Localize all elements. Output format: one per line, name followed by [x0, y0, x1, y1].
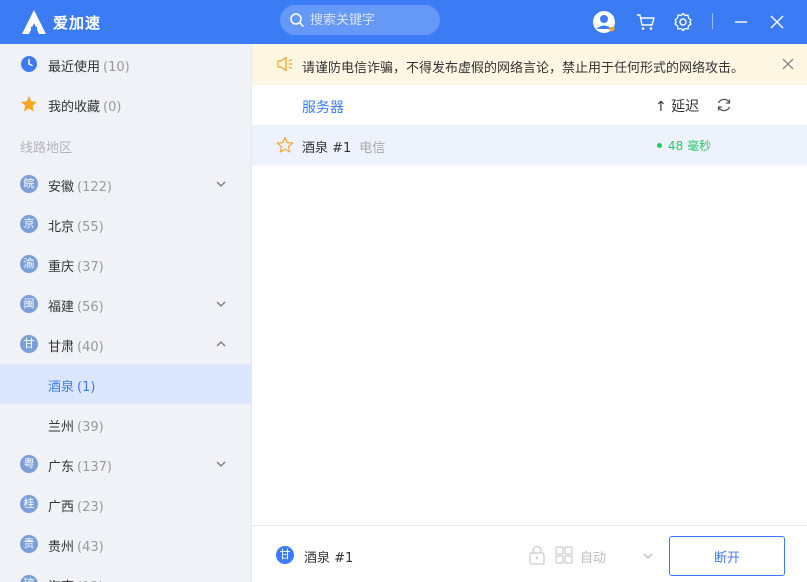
sidebar-item-label: 最近使用 (10) [48, 60, 130, 75]
connection-bar: 甘 酒泉 #1 自动 断开 [252, 525, 807, 582]
province-badge: 皖 [20, 175, 38, 193]
lock-icon[interactable] [528, 545, 546, 565]
server-isp: 电信 [359, 141, 386, 156]
province-badge: 渝 [20, 255, 38, 273]
app-logo-icon [22, 10, 46, 34]
sidebar-item-label: 广东 (137) [48, 460, 112, 475]
search-box[interactable] [280, 5, 440, 35]
user-avatar-icon[interactable] [590, 8, 618, 36]
mode-select-value[interactable]: 自动 [580, 547, 606, 566]
clock-icon [21, 56, 37, 72]
sidebar-item-favorites[interactable]: 我的收藏 (0) [0, 84, 251, 124]
sidebar-item-region[interactable]: 甘甘肃 (40) [0, 324, 251, 364]
province-badge: 京 [20, 215, 38, 233]
column-server[interactable]: 服务器 [302, 97, 344, 117]
server-row[interactable]: 酒泉 #1 电信 48 毫秒 [252, 125, 807, 165]
chevron-down-icon[interactable] [215, 178, 227, 190]
titlebar-divider [712, 13, 713, 29]
column-latency-sort[interactable]: ↑ 延迟 [655, 96, 699, 116]
latency-dot-icon [657, 143, 662, 148]
province-badge: 甘 [276, 546, 294, 564]
sidebar: 最近使用 (10) 我的收藏 (0) 线路地区 皖安徽 (122) 京北京 (55) 渝重庆… [0, 44, 252, 582]
sidebar-item-region[interactable]: 粤广东 (137) [0, 444, 251, 484]
sidebar-item-region[interactable]: 闽福建 (56) [0, 284, 251, 324]
notice-text: 请谨防电信诈骗，不得发布虚假的网络言论，禁止用于任何形式的网络攻击。 [302, 61, 745, 76]
sidebar-item-label: 安徽 (122) [48, 180, 112, 195]
province-badge: 贵 [20, 535, 38, 553]
sidebar-item-label: 海南(12) [48, 576, 104, 582]
province-badge: 琼 [20, 575, 38, 582]
search-input[interactable] [310, 11, 430, 29]
current-server-name: 酒泉 #1 [304, 551, 354, 566]
app-brand: 爱加速 [53, 14, 102, 32]
title-bar: 爱加速 [0, 0, 807, 44]
sidebar-item-region[interactable]: 京北京 (55) [0, 204, 251, 244]
sidebar-item-label: 广西 (23) [48, 500, 104, 515]
province-badge: 闽 [20, 295, 38, 313]
sidebar-item-label: 北京 (55) [48, 220, 104, 235]
sidebar-subitem-city[interactable]: 兰州 (39) [0, 404, 251, 444]
server-list-header: 服务器 ↑ 延迟 [252, 85, 807, 125]
close-icon[interactable] [763, 8, 791, 36]
region-section-label: 线路地区 [20, 141, 73, 156]
sidebar-subitem-city[interactable]: 酒泉 (1) [0, 364, 251, 404]
sidebar-item-label: 兰州 (39) [48, 420, 104, 435]
minimize-icon[interactable] [727, 8, 755, 36]
chevron-down-icon[interactable] [215, 298, 227, 310]
gear-icon[interactable] [669, 8, 697, 36]
sidebar-item-label: 我的收藏 (0) [48, 100, 122, 115]
server-name: 酒泉 #1 电信 [302, 141, 386, 156]
notice-close-icon[interactable] [782, 58, 794, 70]
chevron-down-icon[interactable] [642, 550, 654, 562]
sidebar-item-label: 甘肃 (40) [48, 340, 104, 355]
sidebar-item-label: 酒泉 (1) [48, 380, 96, 395]
sidebar-item-label: 福建 (56) [48, 300, 104, 315]
sidebar-item-region[interactable]: 渝重庆 (37) [0, 244, 251, 284]
speaker-icon [277, 56, 293, 72]
sidebar-item-region[interactable]: 贵贵州 (43) [0, 524, 251, 564]
grid-mode-icon[interactable] [555, 546, 573, 564]
refresh-icon[interactable] [716, 97, 732, 113]
province-badge: 桂 [20, 495, 38, 513]
disconnect-button[interactable]: 断开 [669, 536, 785, 576]
sidebar-item-recent[interactable]: 最近使用 (10) [0, 44, 251, 84]
cart-icon[interactable] [632, 8, 660, 36]
favorite-star-icon[interactable] [276, 136, 294, 154]
sidebar-item-region[interactable]: 皖安徽 (122) [0, 164, 251, 204]
server-latency: 48 毫秒 [657, 137, 711, 154]
sidebar-item-region[interactable]: 桂广西 (23) [0, 484, 251, 524]
star-icon [21, 96, 37, 112]
chevron-up-icon[interactable] [215, 338, 227, 350]
province-badge: 甘 [20, 335, 38, 353]
sidebar-item-region[interactable]: 琼 海南(12) [0, 564, 251, 582]
sidebar-item-label: 贵州 (43) [48, 540, 104, 555]
notice-bar: 请谨防电信诈骗，不得发布虚假的网络言论，禁止用于任何形式的网络攻击。 [252, 44, 807, 85]
chevron-down-icon[interactable] [215, 458, 227, 470]
search-icon [290, 13, 305, 28]
province-badge: 粤 [20, 455, 38, 473]
sidebar-item-label: 重庆 (37) [48, 260, 104, 275]
